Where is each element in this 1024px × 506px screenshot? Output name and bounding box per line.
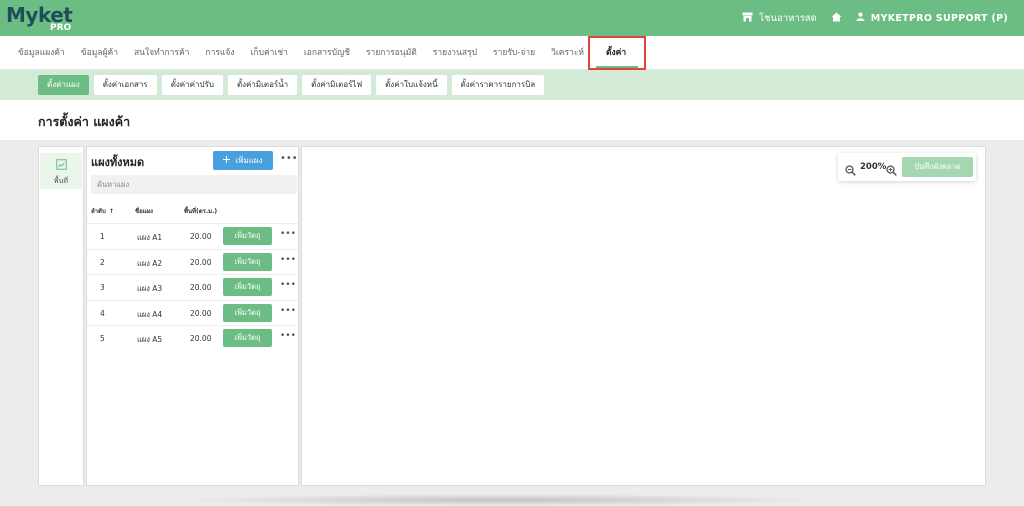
table-row: 1 แผง A1 20.00 เพิ่มวัตถุ ••• — [87, 223, 298, 249]
top-right-actions: โชนอาหารสด MYKETPRO SUPPORT (P) — [742, 0, 1008, 36]
tab-vendor-info[interactable]: ข้อมูลผู้ค้า — [73, 36, 126, 70]
tab-collect-rent[interactable]: เก็บค่าเช่า — [243, 36, 296, 70]
main-nav: ข้อมูลแผงค้า ข้อมูลผู้ค้า สนใจทำการค้า ก… — [0, 36, 1024, 70]
stall-list-panel: แผงทั้งหมด เพิ่มแผง ••• ลำดับ ↑ ชื่อแผง … — [86, 146, 299, 486]
stall-search-input[interactable] — [91, 175, 297, 194]
add-stall-label: เพิ่มแผง — [235, 156, 263, 165]
tab-summary-report[interactable]: รายงานสรุป — [425, 36, 485, 70]
sort-up-icon: ↑ — [108, 208, 114, 215]
sidebar-item-label: พื้นที่ — [53, 177, 68, 185]
top-bar: Myket PRO โชนอาหารสด MYKETPRO SUPPORT (P… — [0, 0, 1024, 36]
tab-analytics[interactable]: วิเคราะห์ — [543, 36, 592, 70]
shop-label: โชนอาหารสด — [759, 12, 817, 24]
zoom-toolbar: 200% บันทึกผังตลาด — [838, 153, 976, 181]
add-object-button[interactable]: เพิ่มวัตถุ — [223, 227, 272, 245]
row-more-icon[interactable]: ••• — [280, 255, 296, 265]
sidebar-item-area[interactable]: พื้นที่ — [40, 153, 82, 189]
add-object-button[interactable]: เพิ่มวัตถุ — [223, 329, 272, 347]
tab-accounting-docs[interactable]: เอกสารบัญชี — [296, 36, 358, 70]
user-menu[interactable]: MYKETPRO SUPPORT (P) — [856, 12, 1008, 24]
row-area: 20.00 — [190, 334, 212, 343]
sub-nav: ตั้งค่าแผง ตั้งค่าเอกสาร ตั้งค่าค่าปรับ … — [0, 70, 1024, 100]
stall-table-body: 1 แผง A1 20.00 เพิ่มวัตถุ ••• 2 แผง A2 2… — [87, 223, 298, 351]
subtab-bill-price-settings[interactable]: ตั้งค่าราคารายการบิล — [451, 75, 545, 95]
row-area: 20.00 — [190, 308, 212, 318]
row-no: 1 — [100, 232, 105, 241]
home-button[interactable] — [831, 12, 842, 25]
row-area: 20.00 — [190, 232, 212, 241]
row-no: 5 — [100, 334, 105, 343]
zoom-level: 200% — [860, 162, 887, 172]
row-name: แผง A3 — [137, 284, 163, 293]
user-icon — [856, 12, 865, 24]
add-object-button[interactable]: เพิ่มวัตถุ — [223, 303, 272, 322]
table-row: 3 แผง A3 20.00 เพิ่มวัตถุ ••• — [87, 274, 298, 300]
row-no: 4 — [100, 308, 105, 318]
page-title: การตั้งค่า แผงค้า — [38, 114, 131, 129]
zoom-out-icon[interactable] — [845, 161, 856, 180]
add-object-button[interactable]: เพิ่มวัตถุ — [223, 278, 272, 296]
row-area: 20.00 — [190, 283, 212, 292]
bottom-shadow — [180, 494, 820, 506]
row-more-icon[interactable]: ••• — [280, 229, 296, 239]
subtab-water-meter-settings[interactable]: ตั้งค่ามิเตอร์น้ำ — [227, 75, 298, 95]
page-header: การตั้งค่า แผงค้า — [0, 100, 1024, 140]
main-tabs: ข้อมูลแผงค้า ข้อมูลผู้ค้า สนใจทำการค้า ก… — [10, 36, 636, 70]
stall-list-title: แผงทั้งหมด — [91, 156, 145, 169]
subtab-electric-meter-settings[interactable]: ตั้งค่ามิเตอร์ไฟ — [302, 75, 372, 95]
plus-icon — [223, 156, 231, 165]
zoom-in-icon[interactable] — [886, 161, 897, 180]
tab-notifications[interactable]: การแจ้ง — [197, 36, 242, 70]
mini-sidebar: พื้นที่ — [38, 146, 84, 486]
row-name: แผง A4 — [137, 309, 163, 319]
save-layout-button[interactable]: บันทึกผังตลาด — [902, 157, 973, 177]
table-row: 5 แผง A5 20.00 เพิ่มวัตถุ ••• — [87, 325, 298, 351]
row-name: แผง A2 — [137, 258, 163, 268]
col-area-header: พื้นที่(ตร.ม.) — [184, 208, 218, 215]
store-icon — [742, 12, 753, 25]
highlight-box — [588, 36, 646, 70]
table-header: ลำดับ ↑ ชื่อแผง พื้นที่(ตร.ม.) — [87, 204, 298, 220]
row-name: แผง A5 — [137, 335, 163, 344]
market-layout-canvas[interactable]: 200% บันทึกผังตลาด — [301, 146, 986, 486]
row-name: แผง A1 — [137, 233, 163, 242]
row-no: 3 — [100, 283, 105, 292]
panel-more-icon[interactable]: ••• — [280, 153, 298, 164]
table-row: 4 แผง A4 20.00 เพิ่มวัตถุ ••• — [87, 299, 298, 326]
col-order-header[interactable]: ลำดับ ↑ — [91, 206, 114, 216]
home-icon — [831, 12, 842, 25]
row-more-icon[interactable]: ••• — [280, 280, 296, 290]
tab-approvals[interactable]: รายการอนุมัติ — [358, 36, 425, 70]
row-more-icon[interactable]: ••• — [280, 306, 296, 316]
brand-sub: PRO — [50, 23, 72, 33]
user-label: MYKETPRO SUPPORT (P) — [870, 12, 1008, 24]
row-area: 20.00 — [190, 257, 212, 267]
tab-stall-info[interactable]: ข้อมูลแผงค้า — [10, 36, 73, 70]
add-stall-button[interactable]: เพิ่มแผง — [213, 151, 273, 170]
tab-interested[interactable]: สนใจทำการค้า — [126, 36, 197, 70]
col-name-header: ชื่อแผง — [135, 208, 153, 215]
col-order-label: ลำดับ — [91, 208, 106, 215]
brand-logo[interactable]: Myket PRO — [6, 3, 76, 33]
shop-selector[interactable]: โชนอาหารสด — [742, 11, 817, 26]
sub-tabs: ตั้งค่าแผง ตั้งค่าเอกสาร ตั้งค่าค่าปรับ … — [38, 75, 545, 95]
tab-income-expense[interactable]: รายรับ-จ่าย — [485, 36, 543, 70]
subtab-stall-settings[interactable]: ตั้งค่าแผง — [38, 75, 89, 95]
row-more-icon[interactable]: ••• — [280, 331, 296, 341]
subtab-document-settings[interactable]: ตั้งค่าเอกสาร — [93, 75, 157, 95]
subtab-fine-settings[interactable]: ตั้งค่าค่าปรับ — [161, 75, 223, 95]
table-row: 2 แผง A2 20.00 เพิ่มวัตถุ ••• — [87, 248, 298, 275]
area-icon — [55, 155, 67, 174]
row-no: 2 — [100, 257, 105, 267]
subtab-invoice-settings[interactable]: ตั้งค่าใบแจ้งหนี้ — [376, 75, 447, 95]
add-object-button[interactable]: เพิ่มวัตถุ — [223, 252, 272, 271]
